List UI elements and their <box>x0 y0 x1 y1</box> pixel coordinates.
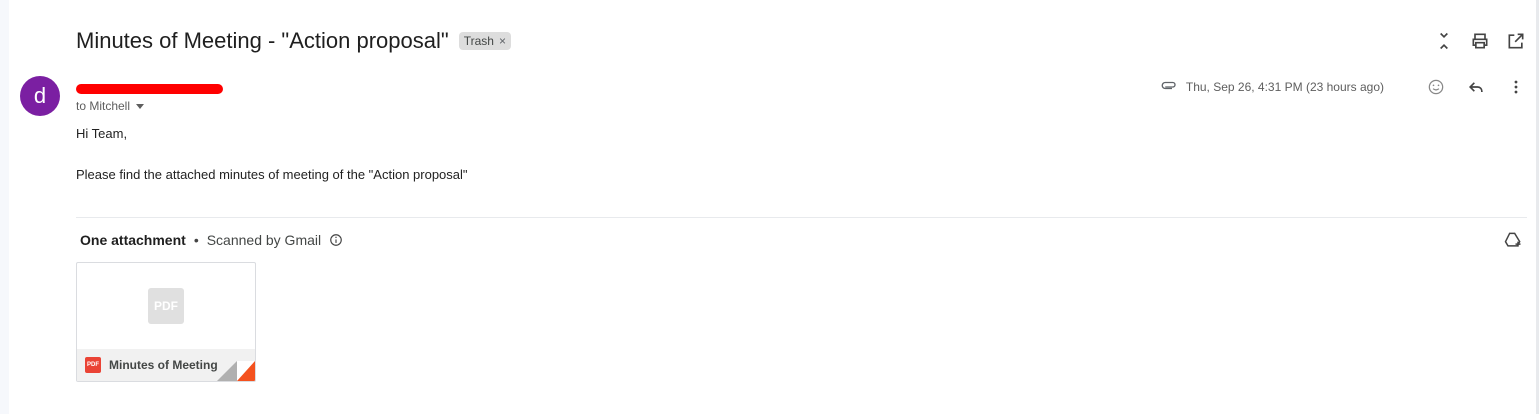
attachment-count: One attachment <box>80 232 186 248</box>
open-in-new-window-icon[interactable] <box>1505 30 1527 52</box>
separator: • <box>193 232 199 248</box>
recipients-toggle[interactable]: to Mitchell <box>76 99 145 113</box>
attachment-thumbnail: PDF <box>77 263 255 349</box>
attachments-header: One attachment • Scanned by Gmail <box>80 232 343 248</box>
message-date: Thu, Sep 26, 4:31 PM (23 hours ago) <box>1185 80 1384 94</box>
collapse-icon[interactable] <box>1433 30 1455 52</box>
chevron-down-icon <box>136 103 145 109</box>
subject-row: Minutes of Meeting - "Action proposal" T… <box>76 28 511 54</box>
thread-actions <box>1433 30 1527 52</box>
info-icon[interactable] <box>329 233 343 247</box>
attachment-card[interactable]: PDF PDF Minutes of Meeting <box>76 262 256 382</box>
add-to-drive-icon[interactable] <box>1503 230 1523 250</box>
print-icon[interactable] <box>1469 30 1491 52</box>
left-rail <box>0 0 9 414</box>
divider <box>76 217 1527 218</box>
body-line: Please find the attached minutes of meet… <box>76 167 468 182</box>
attachment-name: Minutes of Meeting <box>109 358 218 372</box>
message-meta: Thu, Sep 26, 4:31 PM (23 hours ago) <box>1160 78 1384 96</box>
label-chip-text: Trash <box>463 34 494 48</box>
email-subject: Minutes of Meeting - "Action proposal" <box>76 28 449 53</box>
remove-label-icon[interactable]: × <box>499 34 506 48</box>
attachment-icon <box>1161 81 1176 90</box>
scan-label: Scanned by Gmail <box>206 232 322 248</box>
to-line: to Mitchell <box>76 99 131 113</box>
avatar[interactable]: d <box>20 76 60 116</box>
pdf-file-icon: PDF <box>148 288 184 324</box>
page-fold-icon <box>217 361 255 381</box>
message-body: Hi Team, Please find the attached minute… <box>76 126 468 208</box>
more-vert-icon[interactable] <box>1505 76 1527 98</box>
label-chip-trash[interactable]: Trash × <box>458 32 511 50</box>
reply-icon[interactable] <box>1465 76 1487 98</box>
pdf-icon: PDF <box>85 357 101 373</box>
emoji-icon[interactable] <box>1425 76 1447 98</box>
sender-redaction <box>76 84 223 94</box>
message-actions <box>1425 76 1527 98</box>
body-greeting: Hi Team, <box>76 126 128 141</box>
